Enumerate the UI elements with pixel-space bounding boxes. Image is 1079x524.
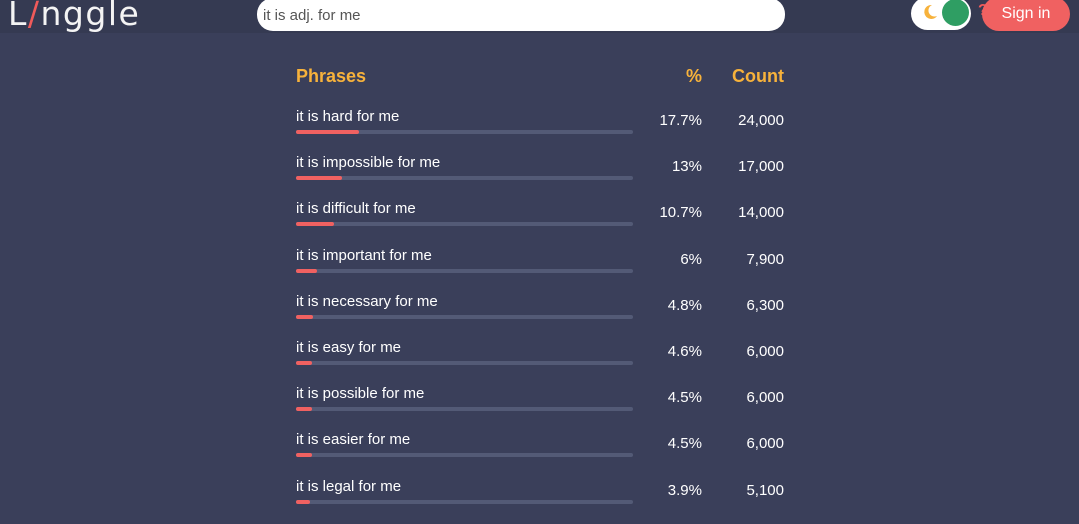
frequency-bar-track	[296, 499, 633, 504]
result-row[interactable]: it is easier for me 4.5% 6,000	[0, 431, 1079, 477]
linggle-logo[interactable]: L/nggle	[8, 0, 140, 33]
phrase-text[interactable]: it is impossible for me	[296, 154, 440, 171]
frequency-bar-track	[296, 176, 633, 181]
count-value: 6,000	[746, 389, 784, 407]
phrase-text[interactable]: it is easy for me	[296, 339, 401, 356]
frequency-bar-fill	[296, 176, 342, 181]
result-row[interactable]: it is possible for me 4.5% 6,000	[0, 385, 1079, 431]
frequency-bar-track	[296, 222, 633, 227]
frequency-bar-track	[296, 453, 633, 458]
logo-rest: nggle	[40, 0, 141, 33]
frequency-bar-track	[296, 314, 633, 319]
theme-toggle[interactable]	[911, 0, 971, 30]
moon-icon	[924, 4, 937, 19]
frequency-bar-fill	[296, 361, 312, 365]
percent-value: 17.7%	[659, 112, 702, 129]
frequency-bar-track	[296, 268, 633, 273]
phrase-text[interactable]: it is hard for me	[296, 108, 399, 125]
phrases-header[interactable]: Phrases	[296, 66, 366, 87]
frequency-bar-fill	[296, 499, 310, 504]
phrase-text[interactable]: it is important for me	[296, 247, 432, 264]
search-input[interactable]	[261, 0, 705, 30]
percent-value: 4.8%	[667, 296, 702, 314]
count-value: 17,000	[738, 158, 784, 176]
count-header[interactable]: Count	[700, 66, 784, 87]
count-value: 7,900	[746, 250, 784, 268]
phrase-text[interactable]: it is difficult for me	[296, 200, 416, 217]
frequency-bar-track	[296, 361, 633, 365]
result-row[interactable]: it is impossible for me 13% 17,000	[0, 154, 1079, 200]
logo-slash: /	[27, 0, 41, 33]
percent-value: 13%	[671, 158, 702, 176]
result-row[interactable]: it is necessary for me 4.8% 6,300	[0, 293, 1079, 339]
table-header: Phrases % Count	[0, 66, 1079, 90]
count-value: 6,000	[746, 435, 784, 453]
result-row[interactable]: it is important for me 6% 7,900	[0, 247, 1079, 293]
phrase-text[interactable]: it is possible for me	[296, 385, 424, 402]
phrase-text[interactable]: it is easier for me	[296, 431, 410, 448]
result-row[interactable]: it is easy for me 4.6% 6,000	[0, 339, 1079, 385]
frequency-bar-fill	[296, 222, 334, 227]
search-bar: ?	[257, 0, 1027, 31]
percent-header[interactable]: %	[640, 66, 702, 87]
count-value: 6,300	[746, 296, 784, 314]
percent-value: 4.5%	[667, 435, 702, 453]
count-value: 6,000	[746, 343, 784, 360]
phrase-text[interactable]: it is legal for me	[296, 478, 401, 495]
phrase-text[interactable]: it is necessary for me	[296, 293, 438, 310]
frequency-bar-fill	[296, 314, 313, 319]
result-row[interactable]: it is legal for me 3.9% 5,100	[0, 478, 1079, 524]
percent-value: 4.5%	[667, 389, 702, 407]
frequency-bar-track	[296, 407, 633, 412]
percent-value: 3.9%	[667, 481, 702, 499]
toggle-knob	[942, 0, 969, 26]
frequency-bar-fill	[296, 407, 312, 412]
percent-value: 6%	[680, 250, 702, 268]
result-row[interactable]: it is hard for me 17.7% 24,000	[0, 108, 1079, 154]
count-value: 14,000	[738, 204, 784, 222]
frequency-bar-fill	[296, 130, 359, 134]
result-row[interactable]: it is difficult for me 10.7% 14,000	[0, 200, 1079, 246]
percent-value: 4.6%	[667, 343, 702, 360]
frequency-bar-fill	[296, 268, 317, 273]
sign-in-button[interactable]: Sign in	[982, 0, 1070, 31]
logo-letter-l: L	[8, 0, 28, 33]
frequency-bar-track	[296, 130, 633, 134]
frequency-bar-fill	[296, 453, 312, 458]
count-value: 24,000	[738, 112, 784, 129]
percent-value: 10.7%	[659, 204, 702, 222]
count-value: 5,100	[746, 481, 784, 499]
